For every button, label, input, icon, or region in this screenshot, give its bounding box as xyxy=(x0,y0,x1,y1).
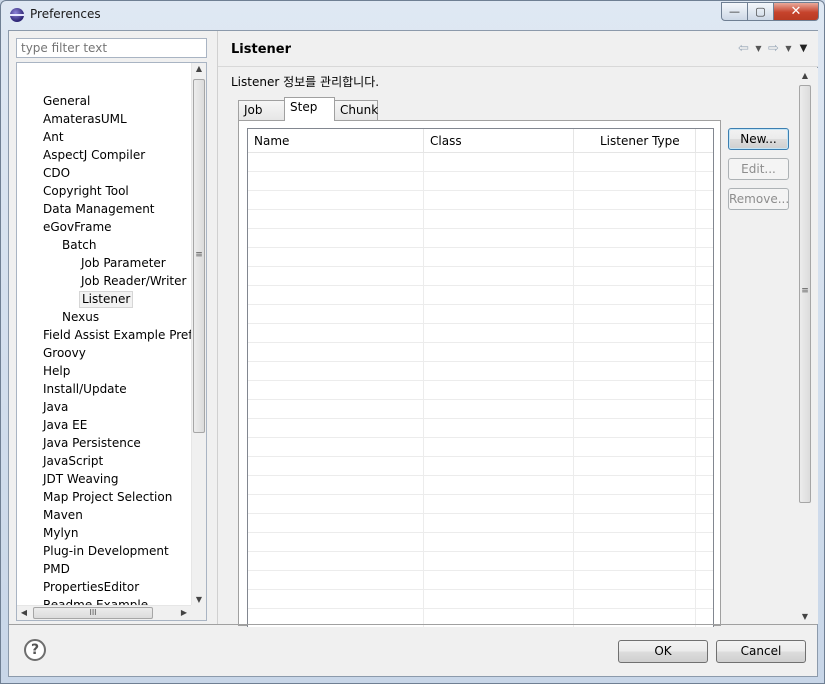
ok-button[interactable]: OK xyxy=(618,640,708,663)
remove-button[interactable]: Remove... xyxy=(728,188,789,210)
tree-item[interactable]: Help xyxy=(41,363,72,380)
forward-menu-chevron-icon[interactable]: ▼ xyxy=(782,41,795,57)
tree-item[interactable]: Job Reader/Writer xyxy=(79,273,188,290)
tree-hscroll-thumb[interactable]: III xyxy=(33,607,153,619)
tree-item[interactable]: Batch xyxy=(60,237,99,254)
tree-item[interactable]: Job Parameter xyxy=(79,255,168,272)
cancel-button[interactable]: Cancel xyxy=(716,640,806,663)
window-controls: — ▢ ✕ xyxy=(721,2,819,21)
page-scroll-thumb[interactable]: ≡ xyxy=(799,85,811,503)
forward-arrow-icon[interactable]: ⇨ xyxy=(767,41,780,57)
tree-item[interactable]: eGovFrame xyxy=(41,219,114,236)
column-header-name[interactable]: Name xyxy=(248,129,424,153)
tree-item[interactable]: Java EE xyxy=(41,417,89,434)
tree-horizontal-scrollbar[interactable]: ◀ III ▶ xyxy=(17,605,191,620)
tree-item[interactable]: CDO xyxy=(41,165,72,182)
eclipse-icon xyxy=(10,8,24,22)
tree-item[interactable]: Maven xyxy=(41,507,85,524)
back-arrow-icon[interactable]: ⇦ xyxy=(737,41,750,57)
tree-item[interactable]: JavaScript xyxy=(41,453,105,470)
page-vertical-scrollbar[interactable]: ▲ ≡ ▼ xyxy=(797,68,814,624)
history-navigation: ⇦ ▼ ⇨ ▼ ▼ xyxy=(737,41,810,57)
page-body: Listener 정보를 관리합니다. Job Step Chunk Name … xyxy=(218,68,818,627)
tree-item[interactable]: PropertiesEditor xyxy=(41,579,141,596)
page-scroll-down-arrow-icon[interactable]: ▼ xyxy=(798,612,812,621)
page-scroll-up-arrow-icon[interactable]: ▲ xyxy=(798,71,812,80)
grip-icon: ≡ xyxy=(801,286,809,296)
tab-chunk[interactable]: Chunk xyxy=(334,100,378,120)
column-divider xyxy=(573,153,574,627)
preference-tree[interactable]: Remote SystemsReadme ExamplePropertiesEd… xyxy=(16,62,207,621)
tree-vertical-scrollbar[interactable]: ▲ ≡ ▼ xyxy=(191,63,206,605)
page-title: Listener xyxy=(231,42,291,57)
tree-item[interactable]: Field Assist Example Prefere xyxy=(41,327,206,344)
tree-item[interactable]: AmaterasUML xyxy=(41,111,129,128)
tree-item[interactable]: Map Project Selection xyxy=(41,489,174,506)
tree-item[interactable]: General xyxy=(41,93,92,110)
tree-item[interactable]: Plug-in Development xyxy=(41,543,171,560)
grip-icon: ≡ xyxy=(195,250,203,260)
listener-table[interactable]: Name Class Listener Type xyxy=(247,128,714,627)
view-menu-icon[interactable]: ▼ xyxy=(797,41,810,57)
minimize-button[interactable]: — xyxy=(721,2,748,21)
page-description: Listener 정보를 관리합니다. xyxy=(231,75,380,89)
tree-item[interactable]: Data Management xyxy=(41,201,157,218)
table-rows[interactable] xyxy=(248,153,713,627)
scroll-up-arrow-icon[interactable]: ▲ xyxy=(192,64,206,73)
tree-item[interactable]: Copyright Tool xyxy=(41,183,131,200)
tree-item[interactable]: PMD xyxy=(41,561,72,578)
tree-item[interactable]: JDT Weaving xyxy=(41,471,120,488)
tab-job[interactable]: Job xyxy=(238,100,285,120)
window-title: Preferences xyxy=(30,7,101,21)
scroll-left-arrow-icon[interactable]: ◀ xyxy=(17,608,31,617)
tree-item[interactable]: Mylyn xyxy=(41,525,81,542)
close-button[interactable]: ✕ xyxy=(774,2,819,21)
tree-item[interactable]: Java Persistence xyxy=(41,435,143,452)
footer-separator xyxy=(9,624,817,625)
tree-item[interactable]: Listener xyxy=(79,291,134,308)
tree-item[interactable]: Nexus xyxy=(60,309,101,326)
filter-input[interactable] xyxy=(16,38,207,58)
column-header-class[interactable]: Class xyxy=(424,129,574,153)
table-header: Name Class Listener Type xyxy=(248,129,713,153)
tree-item[interactable]: AspectJ Compiler xyxy=(41,147,147,164)
tree-item[interactable]: Ant xyxy=(41,129,66,146)
help-icon[interactable]: ? xyxy=(24,639,46,661)
page-header: Listener ⇦ ▼ ⇨ ▼ ▼ xyxy=(218,31,818,67)
step-tab-pane: Name Class Listener Type xyxy=(238,120,721,627)
back-menu-chevron-icon[interactable]: ▼ xyxy=(752,41,765,57)
preferences-window: Preferences — ▢ ✕ Remote SystemsReadme E… xyxy=(0,0,825,684)
tree-item[interactable]: Groovy xyxy=(41,345,88,362)
tree-item[interactable]: Java xyxy=(41,399,70,416)
scroll-right-arrow-icon[interactable]: ▶ xyxy=(177,608,191,617)
tree-item[interactable]: Install/Update xyxy=(41,381,129,398)
title-bar[interactable]: Preferences — ▢ ✕ xyxy=(1,1,824,29)
scroll-corner xyxy=(191,605,206,620)
tree-scroll-thumb[interactable]: ≡ xyxy=(193,79,205,433)
edit-button[interactable]: Edit... xyxy=(728,158,789,180)
maximize-button[interactable]: ▢ xyxy=(748,2,774,21)
dialog-client-area: Remote SystemsReadme ExamplePropertiesEd… xyxy=(8,30,818,677)
new-button[interactable]: New... xyxy=(728,128,789,150)
column-divider xyxy=(423,153,424,627)
tab-step[interactable]: Step xyxy=(284,97,335,121)
column-divider xyxy=(695,153,696,627)
scroll-down-arrow-icon[interactable]: ▼ xyxy=(192,595,206,604)
column-header-listener-type[interactable]: Listener Type xyxy=(574,129,696,153)
